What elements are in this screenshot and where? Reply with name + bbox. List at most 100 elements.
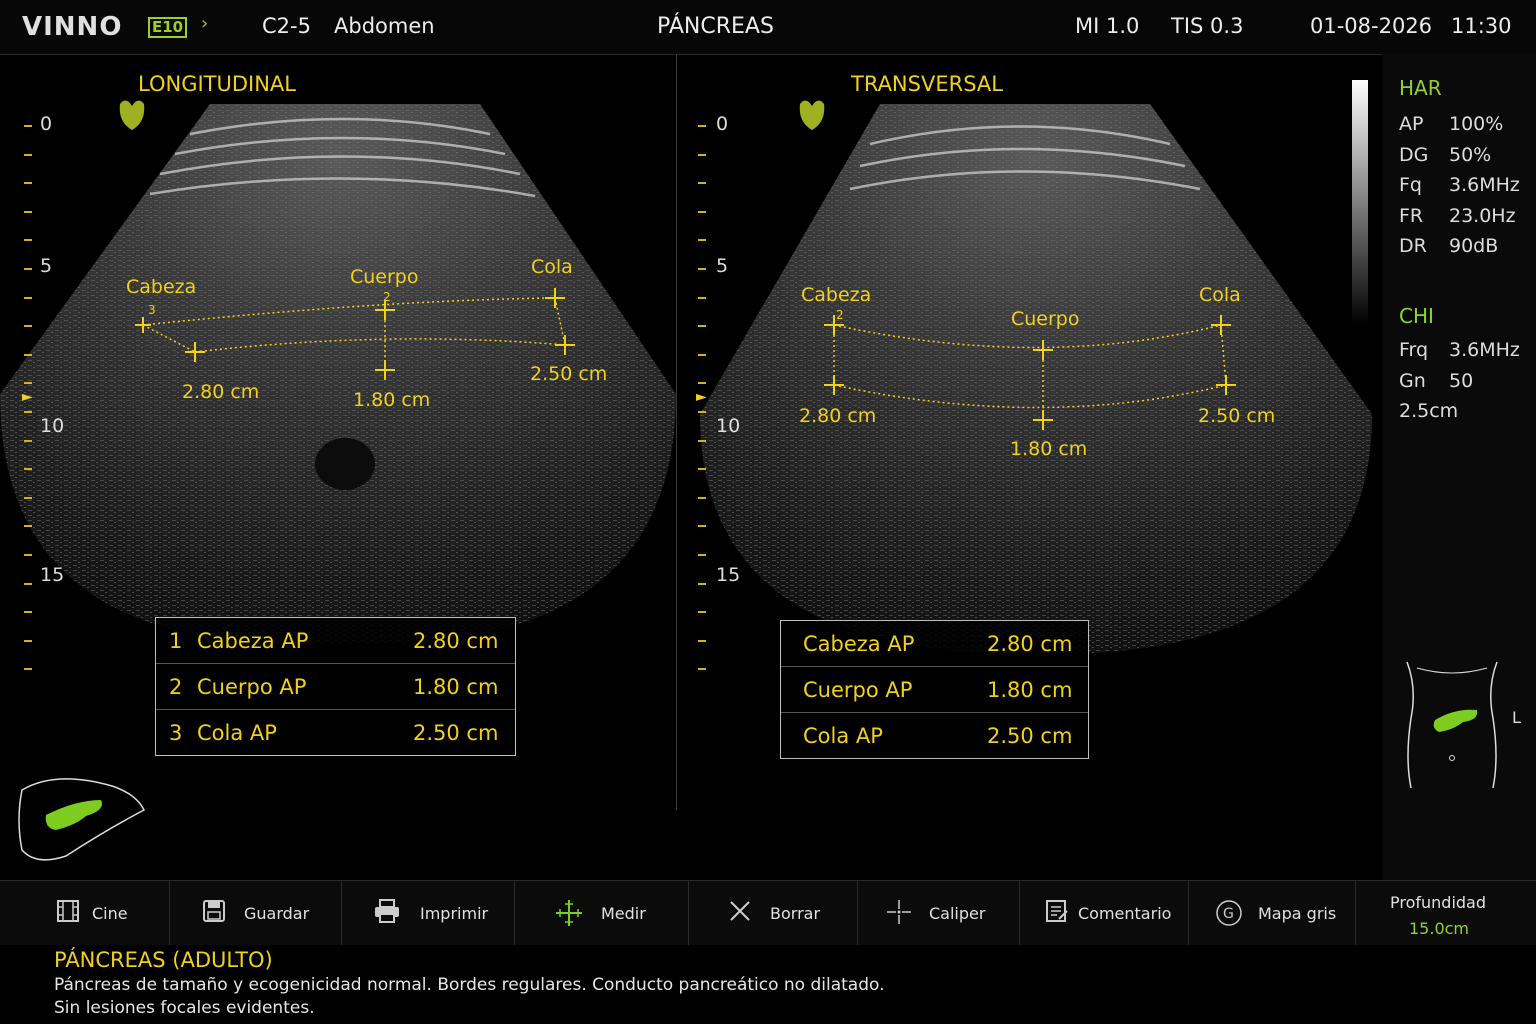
caliper-value-tail: 2.50 cm	[1198, 405, 1276, 427]
measure-button[interactable]: Medir	[515, 881, 689, 945]
param-value[interactable]: 50%	[1449, 144, 1491, 166]
table-row[interactable]: Cuerpo AP 1.80 cm	[781, 667, 1088, 713]
toolbar-label: Comentario	[1078, 904, 1172, 923]
caliper-value-head: 2.80 cm	[182, 381, 260, 403]
save-icon	[201, 899, 227, 925]
print-button[interactable]: Imprimir	[342, 881, 515, 945]
depth-tick	[698, 668, 706, 671]
caliper-value-body: 1.80 cm	[353, 389, 431, 411]
comment-button[interactable]: Comentario	[1020, 881, 1189, 945]
param-key: DR	[1399, 235, 1427, 257]
depth-tick	[24, 468, 32, 471]
depth-setting-label: Profundidad	[1390, 893, 1487, 912]
right-measurement-table[interactable]: Cabeza AP 2.80 cm Cuerpo AP 1.80 cm Cola…	[780, 620, 1089, 759]
caliper-label-tail: Cola	[1199, 284, 1241, 306]
report-line: Sin lesiones focales evidentes.	[54, 998, 315, 1018]
param-value[interactable]: 90dB	[1449, 235, 1498, 257]
param-value[interactable]: 3.6MHz	[1449, 339, 1520, 361]
toolbar-label: Guardar	[244, 904, 310, 923]
table-row[interactable]: Cola AP 2.50 cm	[781, 713, 1088, 758]
param-value[interactable]: 50	[1449, 370, 1473, 392]
row-index: 3	[169, 721, 183, 745]
toolbar-label: Medir	[601, 904, 646, 923]
caliper-index-head: 2	[836, 308, 844, 322]
depth-tick	[24, 639, 32, 642]
table-row[interactable]: Cabeza AP 2.80 cm	[781, 621, 1088, 667]
caliper-value-head: 2.80 cm	[799, 405, 877, 427]
right-caliper-overlay[interactable]	[676, 0, 1376, 470]
param-key: AP	[1399, 113, 1424, 135]
toolbar-label: Mapa gris	[1258, 904, 1337, 923]
crosshair-icon	[886, 899, 912, 925]
param-key: Gn	[1399, 370, 1426, 392]
row-name: Cuerpo AP	[803, 678, 913, 702]
table-row[interactable]: 2 Cuerpo AP 1.80 cm	[156, 664, 515, 710]
depth-tick	[698, 639, 706, 642]
depth-tick	[698, 525, 706, 528]
depth-label-15: 15	[40, 564, 65, 586]
delete-button[interactable]: Borrar	[689, 881, 858, 945]
row-name: Cola AP	[803, 724, 883, 748]
grayscale-map-button[interactable]: G Mapa gris	[1189, 881, 1356, 945]
param-key: Frq	[1399, 339, 1429, 361]
svg-text:G: G	[1223, 906, 1234, 922]
toolbar-label: Imprimir	[420, 904, 489, 923]
toolbar-label: Caliper	[929, 904, 986, 923]
caliper-label-head: Cabeza	[126, 276, 197, 298]
abdomen-body-marker-icon[interactable]	[1397, 658, 1507, 790]
grayscale-icon: G	[1215, 899, 1242, 926]
param-key: Fq	[1399, 174, 1422, 196]
report-line: Páncreas de tamaño y ecogenicidad normal…	[54, 975, 885, 995]
row-index: 2	[169, 675, 183, 699]
table-row[interactable]: 1 Cabeza AP 2.80 cm	[156, 618, 515, 664]
comment-icon	[1044, 899, 1070, 925]
param-value[interactable]: 3.6MHz	[1449, 174, 1520, 196]
row-value: 2.50 cm	[413, 721, 499, 745]
caliper-label-head: Cabeza	[801, 284, 872, 306]
save-button[interactable]: Guardar	[170, 881, 342, 945]
caliper-index-head: 3	[148, 303, 156, 317]
left-caliper-overlay[interactable]	[0, 0, 676, 460]
table-row[interactable]: 3 Cola AP 2.50 cm	[156, 710, 515, 755]
caliper-index-body: 2	[383, 290, 391, 304]
row-value: 1.80 cm	[987, 678, 1073, 702]
left-measurement-table[interactable]: 1 Cabeza AP 2.80 cm 2 Cuerpo AP 1.80 cm …	[155, 617, 516, 756]
caliper-value-tail: 2.50 cm	[530, 363, 608, 385]
caliper-label-tail: Cola	[531, 256, 573, 278]
depth-tick	[24, 554, 32, 556]
close-icon	[727, 899, 753, 925]
depth-setting-value[interactable]: 15.0cm	[1409, 919, 1469, 938]
param-key: FR	[1399, 205, 1424, 227]
row-name: Cabeza AP	[803, 632, 915, 656]
film-icon	[55, 899, 81, 925]
caliper-value-body: 1.80 cm	[1010, 438, 1088, 460]
cine-button[interactable]: Cine	[0, 881, 170, 945]
chi-extra-value: 2.5cm	[1399, 400, 1459, 422]
param-value[interactable]: 23.0Hz	[1449, 205, 1516, 227]
parameter-panel: HAR AP 100% DG 50% Fq 3.6MHz FR 23.0Hz D…	[1383, 54, 1536, 880]
depth-tick	[698, 582, 706, 585]
measure-icon	[555, 899, 582, 926]
row-value: 1.80 cm	[413, 675, 499, 699]
report-title: PÁNCREAS (ADULTO)	[54, 948, 273, 972]
row-value: 2.50 cm	[987, 724, 1073, 748]
param-value[interactable]: 100%	[1449, 113, 1503, 135]
row-value: 2.80 cm	[413, 629, 499, 653]
printer-icon	[374, 899, 400, 925]
depth-tick	[24, 496, 32, 499]
param-key: DG	[1399, 144, 1429, 166]
depth-tick	[698, 496, 706, 499]
time-label: 11:30	[1451, 14, 1512, 38]
depth-tick	[24, 611, 32, 614]
caliper-label-body: Cuerpo	[1011, 308, 1080, 330]
caliper-button[interactable]: Caliper	[858, 881, 1020, 945]
row-value: 2.80 cm	[987, 632, 1073, 656]
toolbar-label: Borrar	[770, 904, 821, 923]
depth-tick	[24, 525, 32, 528]
depth-tick	[24, 668, 32, 671]
depth-label-15: 15	[716, 564, 741, 586]
row-name: Cuerpo AP	[197, 675, 307, 699]
grayscale-bar	[1352, 80, 1368, 325]
depth-tick	[24, 582, 32, 585]
bottom-toolbar: Cine Guardar Imprimir Medir Borrar Calip…	[0, 880, 1536, 945]
